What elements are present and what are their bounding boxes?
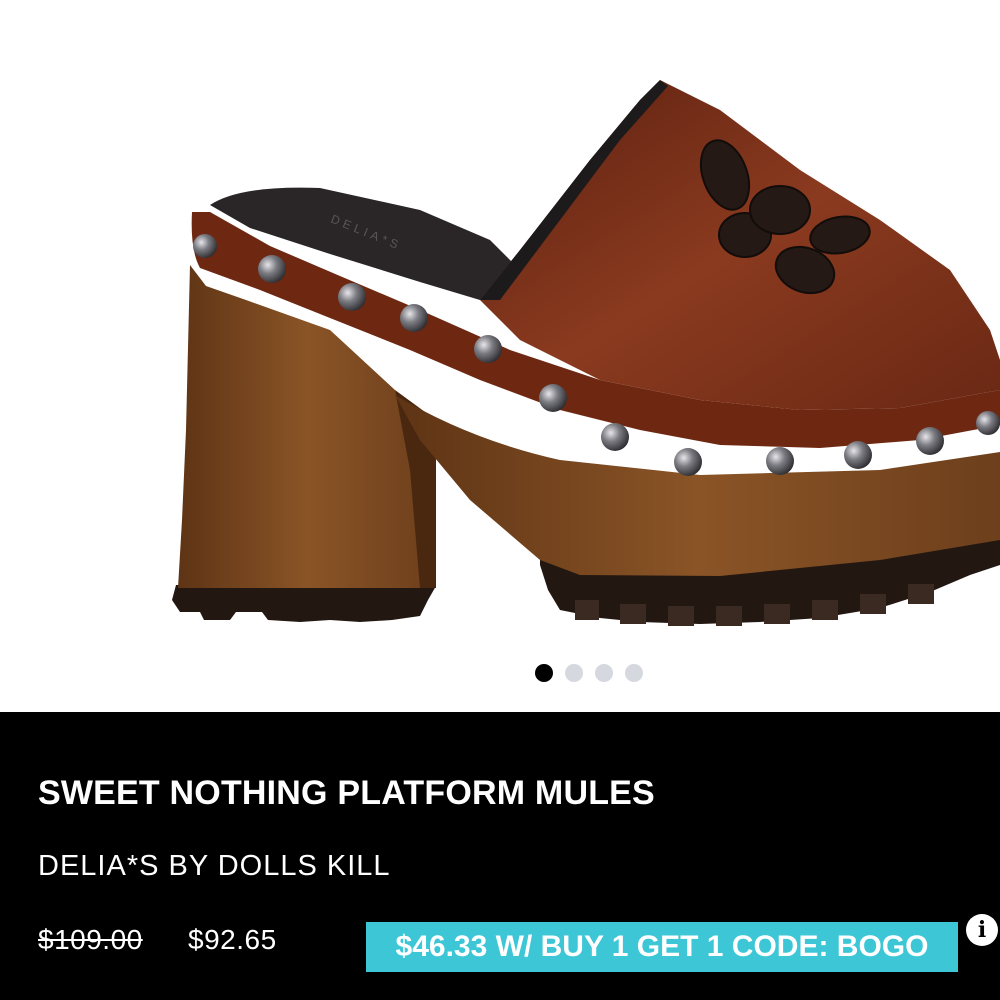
info-icon[interactable]: i <box>966 914 998 946</box>
carousel-dot-4[interactable] <box>625 664 643 682</box>
promo-badge: $46.33 W/ BUY 1 GET 1 CODE: BOGO <box>366 922 958 972</box>
product-info-panel: SWEET NOTHING PLATFORM MULES DELIA*S BY … <box>0 712 1000 1000</box>
sale-price: $92.65 <box>188 924 277 955</box>
carousel-dot-3[interactable] <box>595 664 613 682</box>
product-title: SWEET NOTHING PLATFORM MULES <box>38 774 655 812</box>
product-image-gallery[interactable]: DELIA*S <box>0 0 1000 712</box>
carousel-dot-1[interactable] <box>535 664 553 682</box>
original-price: $109.00 <box>38 924 143 955</box>
product-image[interactable]: DELIA*S <box>0 0 1000 712</box>
carousel-dot-2[interactable] <box>565 664 583 682</box>
carousel-dots[interactable] <box>0 664 1000 682</box>
product-brand[interactable]: DELIA*S BY DOLLS KILL <box>38 850 391 883</box>
